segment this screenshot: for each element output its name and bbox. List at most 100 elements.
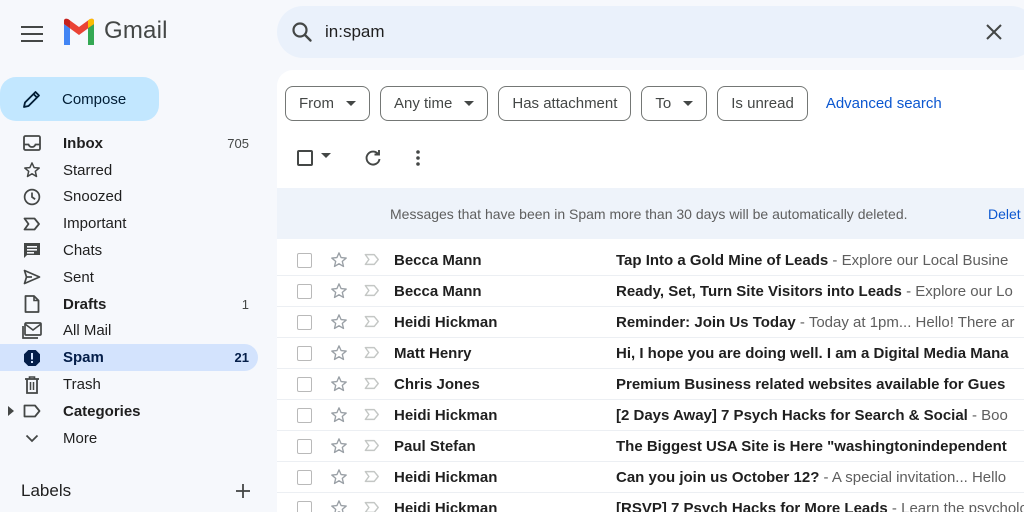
email-preview: Can you join us October 12? - A special … xyxy=(616,469,1006,486)
main-menu-button[interactable] xyxy=(12,14,52,54)
star-icon[interactable] xyxy=(330,499,348,512)
search-input[interactable] xyxy=(325,20,925,44)
select-all-checkbox[interactable] xyxy=(297,150,313,166)
pencil-icon xyxy=(23,91,40,108)
row-checkbox[interactable] xyxy=(297,408,312,423)
email-row[interactable]: Heidi Hickman [RSVP] 7 Psych Hacks for Mo… xyxy=(277,493,1024,512)
email-preview: The Biggest USA Site is Here "washington… xyxy=(616,438,1007,455)
important-marker-icon[interactable] xyxy=(364,284,380,301)
important-marker-icon[interactable] xyxy=(364,315,380,332)
email-sender: Becca Mann xyxy=(394,252,482,269)
sidebar-item-chats[interactable]: Chats xyxy=(0,237,258,264)
email-row[interactable]: Heidi Hickman Reminder: Join Us Today - T… xyxy=(277,307,1024,338)
hamburger-menu-icon xyxy=(21,26,43,42)
chip-label: To xyxy=(655,95,672,112)
email-subject: Hi, I hope you are doing well. I am a Di… xyxy=(616,345,1009,362)
dropdown-arrow-icon xyxy=(683,101,694,106)
sidebar-item-spam[interactable]: Spam 21 xyxy=(0,344,258,372)
plus-icon[interactable] xyxy=(235,483,251,499)
delete-all-spam-link[interactable]: Delet xyxy=(988,206,1021,222)
email-preview: [2 Days Away] 7 Psych Hacks for Search &… xyxy=(616,407,1008,424)
email-snippet: - Boo xyxy=(967,407,1008,424)
filter-chip-is-unread[interactable]: Is unread xyxy=(717,86,808,121)
star-icon[interactable] xyxy=(330,282,348,304)
sidebar-item-label: All Mail xyxy=(63,322,112,340)
gmail-logo[interactable]: Gmail xyxy=(62,17,168,45)
email-sender: Heidi Hickman xyxy=(394,314,498,331)
important-marker-icon[interactable] xyxy=(364,439,380,456)
email-snippet: - Explore our Local Busine xyxy=(828,252,1009,269)
search-icon[interactable] xyxy=(290,20,314,44)
star-icon[interactable] xyxy=(330,468,348,490)
email-row[interactable]: Becca Mann Ready, Set, Turn Site Visitors… xyxy=(277,276,1024,307)
star-icon[interactable] xyxy=(330,406,348,428)
star-icon xyxy=(22,160,42,180)
row-checkbox[interactable] xyxy=(297,501,312,512)
unread-count: 705 xyxy=(227,135,249,151)
compose-button[interactable]: Compose xyxy=(0,77,159,121)
email-row[interactable]: Heidi Hickman Can you join us October 12?… xyxy=(277,462,1024,493)
close-icon[interactable] xyxy=(982,20,1006,44)
filter-chip-from[interactable]: From xyxy=(285,86,370,121)
email-snippet: - Learn the psychology xyxy=(891,500,1024,512)
important-marker-icon[interactable] xyxy=(364,253,380,270)
sidebar-item-drafts[interactable]: Drafts 1 xyxy=(0,291,258,318)
important-marker-icon[interactable] xyxy=(364,501,380,512)
important-marker-icon[interactable] xyxy=(364,346,380,363)
row-checkbox[interactable] xyxy=(297,377,312,392)
trash-icon xyxy=(22,375,42,395)
filter-chip-has-attachment[interactable]: Has attachment xyxy=(498,86,632,121)
email-row[interactable]: Chris Jones Premium Business related webs… xyxy=(277,369,1024,400)
sidebar-item-label: Sent xyxy=(63,268,94,286)
sidebar-item-important[interactable]: Important xyxy=(0,210,258,237)
sidebar-item-categories[interactable]: Categories xyxy=(0,398,258,425)
email-row[interactable]: Paul Stefan The Biggest USA Site is Here … xyxy=(277,431,1024,462)
gmail-m-icon xyxy=(64,18,94,45)
star-icon[interactable] xyxy=(330,437,348,459)
email-preview: Premium Business related websites availa… xyxy=(616,376,1005,393)
refresh-icon[interactable] xyxy=(363,148,383,168)
important-marker-icon[interactable] xyxy=(364,470,380,487)
sidebar-item-label: Chats xyxy=(63,242,103,260)
select-dropdown-icon[interactable] xyxy=(321,153,331,158)
sidebar-item-trash[interactable]: Trash xyxy=(0,371,258,398)
row-checkbox[interactable] xyxy=(297,470,312,485)
spam-notice-text: Messages that have been in Spam more tha… xyxy=(390,205,908,222)
sidebar-item-label: Spam xyxy=(63,349,104,367)
email-sender: Heidi Hickman xyxy=(394,500,498,512)
sidebar-item-sent[interactable]: Sent xyxy=(0,264,258,291)
all-mail-icon xyxy=(22,321,42,341)
more-vertical-icon[interactable] xyxy=(408,148,428,168)
important-marker-icon[interactable] xyxy=(364,408,380,425)
email-subject: The Biggest USA Site is Here "washington… xyxy=(616,438,1007,455)
filter-chip-any-time[interactable]: Any time xyxy=(380,86,489,121)
search-bar[interactable] xyxy=(277,6,1024,58)
star-icon[interactable] xyxy=(330,313,348,335)
sidebar-item-snoozed[interactable]: Snoozed xyxy=(0,184,258,211)
sidebar-item-inbox[interactable]: Inbox 705 xyxy=(0,130,258,157)
sidebar-item-label: Inbox xyxy=(63,134,103,152)
email-row[interactable]: Becca Mann Tap Into a Gold Mine of Leads … xyxy=(277,245,1024,276)
mail-list-panel: From Any time Has attachment To Is unrea… xyxy=(277,70,1024,512)
sidebar-item-starred[interactable]: Starred xyxy=(0,157,258,184)
row-checkbox[interactable] xyxy=(297,439,312,454)
row-checkbox[interactable] xyxy=(297,315,312,330)
advanced-search-link[interactable]: Advanced search xyxy=(826,95,942,112)
unread-count: 1 xyxy=(241,296,249,312)
filter-chip-to[interactable]: To xyxy=(641,86,708,121)
row-checkbox[interactable] xyxy=(297,284,312,299)
email-preview: [RSVP] 7 Psych Hacks for More Leads - Le… xyxy=(616,500,1024,512)
important-marker-icon[interactable] xyxy=(364,377,380,394)
email-subject: Reminder: Join Us Today xyxy=(616,314,796,331)
star-icon[interactable] xyxy=(330,251,348,273)
star-icon[interactable] xyxy=(330,344,348,366)
email-row[interactable]: Matt Henry Hi, I hope you are doing well.… xyxy=(277,338,1024,369)
sidebar-item-all-mail[interactable]: All Mail xyxy=(0,318,258,345)
sidebar-item-more[interactable]: More xyxy=(0,425,258,452)
star-icon[interactable] xyxy=(330,375,348,397)
row-checkbox[interactable] xyxy=(297,346,312,361)
sidebar-item-label: Drafts xyxy=(63,295,107,313)
email-row[interactable]: Heidi Hickman [2 Days Away] 7 Psych Hacks… xyxy=(277,400,1024,431)
expand-arrow-icon[interactable] xyxy=(8,405,14,416)
row-checkbox[interactable] xyxy=(297,253,312,268)
